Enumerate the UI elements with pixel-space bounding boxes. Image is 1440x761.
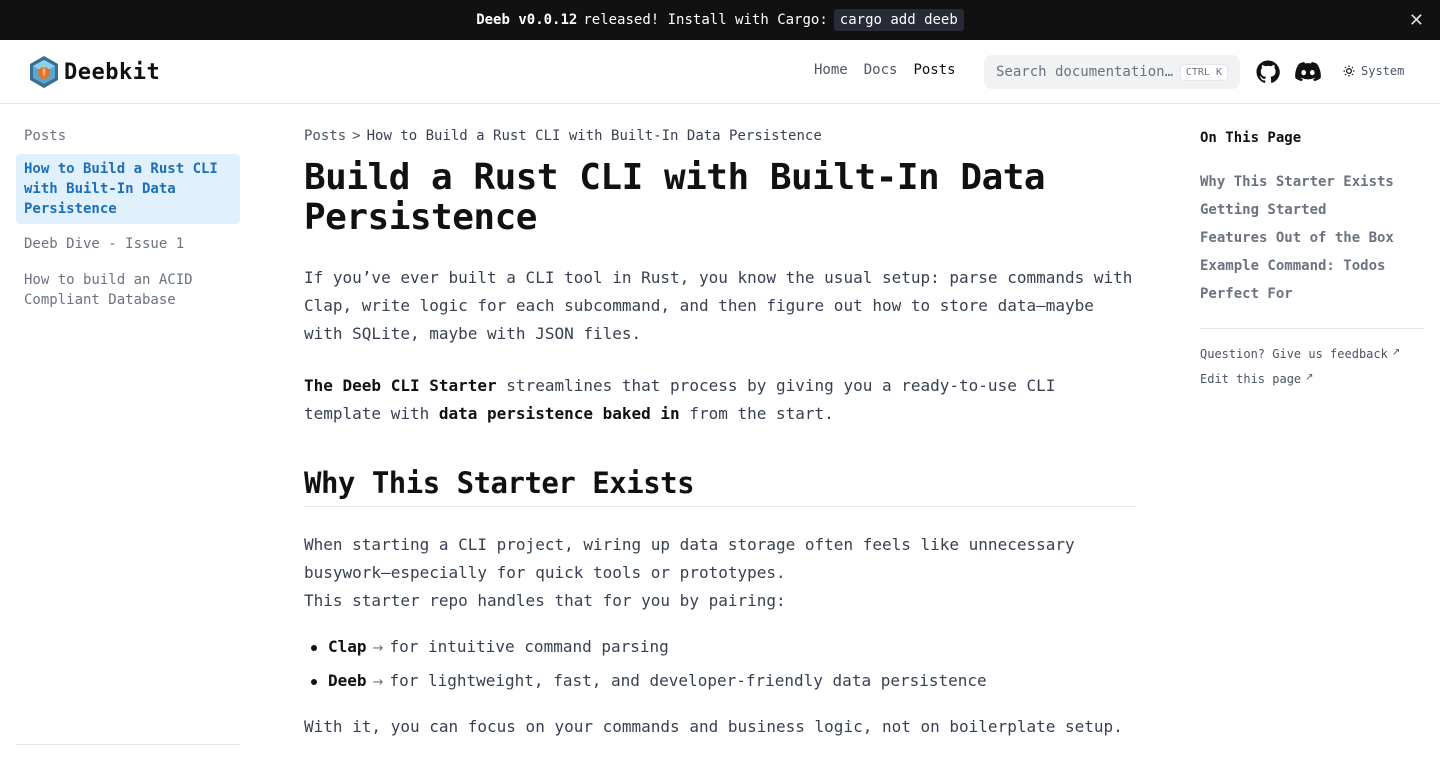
announcement-banner: Deeb v0.0.12 released! Install with Carg…	[0, 0, 1440, 40]
logo-text: Deebkit	[64, 59, 161, 85]
bold-starter-name: The Deeb CLI Starter	[304, 376, 497, 395]
breadcrumb-root[interactable]: Posts	[304, 128, 346, 144]
list-item-title: Deeb	[328, 671, 367, 690]
sun-icon	[1343, 65, 1355, 77]
banner-text: released! Install with Cargo:	[583, 12, 828, 28]
feedback-label: Question? Give us feedback	[1200, 347, 1388, 361]
closing-paragraph: With it, you can focus on your commands …	[304, 717, 1123, 736]
why-paragraph-1: When starting a CLI project, wiring up d…	[304, 535, 1075, 582]
sidebar: Posts How to Build a Rust CLI with Built…	[16, 104, 240, 761]
table-of-contents: On This Page Why This Starter Exists Get…	[1200, 104, 1424, 391]
breadcrumb: Posts > How to Build a Rust CLI with Bui…	[304, 128, 1136, 144]
toc-link[interactable]: Example Command: Todos	[1200, 252, 1424, 280]
list-item: Deeb → for lightweight, fast, and develope…	[304, 669, 1136, 695]
toc-title: On This Page	[1200, 130, 1302, 146]
arrow-icon: →	[372, 675, 384, 690]
toc-link[interactable]: Why This Starter Exists	[1200, 168, 1424, 196]
list-item-title: Clap	[328, 637, 367, 656]
sidebar-item-deeb-dive[interactable]: Deeb Dive - Issue 1	[16, 228, 240, 260]
nav-posts[interactable]: Posts	[913, 62, 955, 78]
breadcrumb-current: How to Build a Rust CLI with Built-In Da…	[366, 128, 822, 144]
starter-text-2: from the start.	[679, 404, 834, 423]
feature-list: Clap → for intuitive command parsing Deeb →…	[304, 635, 1136, 695]
arrow-icon: →	[372, 641, 384, 656]
edit-label: Edit this page	[1200, 372, 1302, 386]
edit-page-link[interactable]: Edit this page ↗	[1200, 366, 1424, 391]
sidebar-section-title[interactable]: Posts	[16, 104, 240, 154]
toc-link[interactable]: Features Out of the Box	[1200, 224, 1424, 252]
list-item-text: for intuitive command parsing	[389, 637, 669, 656]
article: Posts > How to Build a Rust CLI with Bui…	[304, 104, 1136, 741]
starter-paragraph: The Deeb CLI Starter streamlines that pr…	[304, 372, 1136, 428]
toc-divider	[1200, 328, 1424, 329]
sidebar-item-rust-cli[interactable]: How to Build a Rust CLI with Built-In Da…	[16, 154, 240, 224]
why-paragraph-2: This starter repo handles that for you b…	[304, 591, 786, 610]
theme-switcher[interactable]: System	[1343, 64, 1404, 78]
search-placeholder: Search documentation...	[996, 64, 1178, 80]
nav-docs[interactable]: Docs	[864, 62, 898, 78]
toc-link[interactable]: Perfect For	[1200, 280, 1424, 308]
page-title: Build a Rust CLI with Built-In Data Pers…	[304, 157, 1046, 238]
toc-link[interactable]: Getting Started	[1200, 196, 1424, 224]
banner-code: cargo add deeb	[833, 9, 964, 31]
section-heading-why: Why This Starter Exists	[304, 466, 1136, 507]
external-link-icon: ↗	[1305, 372, 1314, 383]
theme-label: System	[1361, 64, 1405, 78]
intro-paragraph: If you’ve ever built a CLI tool in Rust,…	[304, 268, 1133, 343]
nav-home[interactable]: Home	[814, 62, 848, 78]
logo-icon	[30, 56, 58, 88]
logo-link[interactable]: Deebkit	[28, 55, 160, 89]
bold-persistence: data persistence baked in	[438, 404, 680, 423]
close-icon[interactable]: ✕	[1409, 10, 1424, 31]
toc-links: Why This Starter Exists Getting Started …	[1200, 168, 1424, 308]
breadcrumb-separator: >	[352, 128, 361, 144]
discord-icon[interactable]	[1295, 61, 1321, 83]
banner-product: Deeb v0.0.12	[476, 12, 578, 28]
sidebar-divider	[16, 744, 240, 745]
sidebar-item-acid-database[interactable]: How to build an ACID Compliant Database	[16, 264, 240, 316]
site-header: Deebkit Home Docs Posts Search documenta…	[0, 40, 1440, 104]
search-shortcut: CTRL K	[1179, 63, 1228, 81]
github-icon[interactable]	[1256, 60, 1280, 84]
feedback-link[interactable]: Question? Give us feedback ↗	[1200, 341, 1424, 366]
list-item: Clap → for intuitive command parsing	[304, 635, 1136, 661]
external-link-icon: ↗	[1391, 347, 1401, 358]
top-nav: Home Docs Posts	[814, 62, 972, 78]
search-input[interactable]: Search documentation... CTRL K	[984, 55, 1240, 89]
list-item-text: for lightweight, fast, and developer-fri…	[389, 671, 987, 690]
